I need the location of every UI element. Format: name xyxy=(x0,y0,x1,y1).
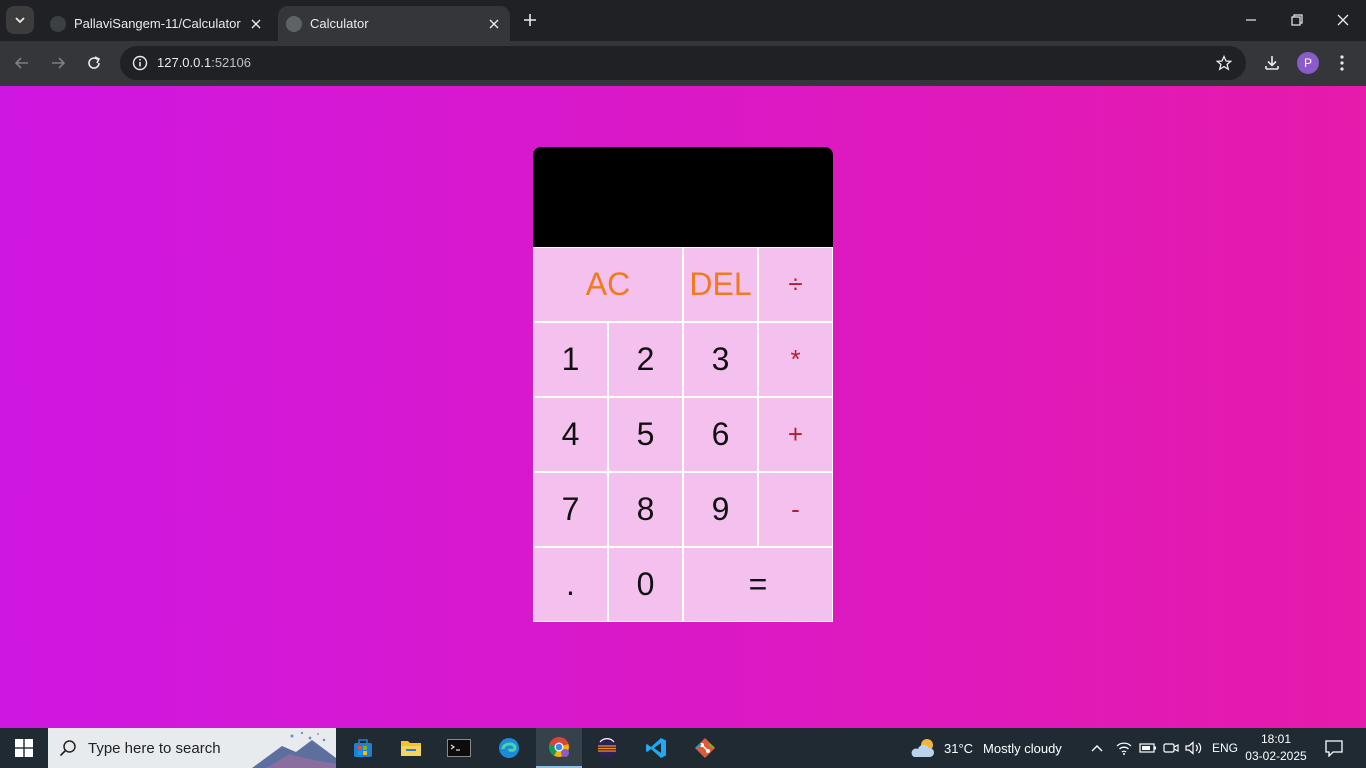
profile-avatar[interactable]: P xyxy=(1297,52,1319,74)
close-tab-button[interactable] xyxy=(246,14,266,34)
key-digit-0-button[interactable]: 0 xyxy=(608,547,683,622)
clock-time: 18:01 xyxy=(1260,732,1292,746)
chrome-icon[interactable] xyxy=(536,728,582,768)
close-window-button[interactable] xyxy=(1320,0,1366,40)
taskbar-search[interactable]: Type here to search xyxy=(48,728,336,768)
page-viewport: AC DEL ÷ 1 2 3 * 4 5 6 +7 8 9-. 0 = xyxy=(0,86,1366,728)
key-digit-5-button[interactable]: 5 xyxy=(608,397,683,472)
start-button[interactable] xyxy=(0,728,48,768)
key-divide-button[interactable]: ÷ xyxy=(758,247,833,322)
camera-icon[interactable] xyxy=(1163,728,1179,768)
calculator-keypad: AC DEL ÷ 1 2 3 * 4 5 6 +7 8 9-. 0 = xyxy=(533,247,833,622)
globe-icon xyxy=(286,15,302,32)
search-icon xyxy=(58,738,78,758)
git-icon[interactable] xyxy=(682,728,728,768)
url-port: :52106 xyxy=(211,55,251,70)
search-highlight-image xyxy=(252,728,336,768)
language-indicator[interactable]: ENG xyxy=(1212,728,1238,768)
calculator: AC DEL ÷ 1 2 3 * 4 5 6 +7 8 9-. 0 = xyxy=(533,147,833,622)
forward-button[interactable] xyxy=(44,49,72,77)
clock-date: 03-02-2025 xyxy=(1245,749,1307,763)
close-icon xyxy=(251,19,261,28)
more-vertical-icon xyxy=(1340,55,1344,71)
key-decimal-button[interactable]: . xyxy=(533,547,608,622)
weather-widget[interactable]: 31°C Mostly cloudy xyxy=(910,728,1062,768)
back-button[interactable] xyxy=(8,49,36,77)
browser-menu-button[interactable] xyxy=(1328,49,1356,77)
key-digit-8-button[interactable]: 8 xyxy=(608,472,683,547)
key-add-button[interactable]: + xyxy=(758,397,833,472)
microsoft-store-icon[interactable] xyxy=(340,728,386,768)
windows-icon xyxy=(15,739,33,757)
taskbar: Type here to search 31°C Mostly cloudy E… xyxy=(0,728,1366,768)
search-placeholder: Type here to search xyxy=(88,739,221,757)
arrow-left-icon xyxy=(14,57,28,69)
chevron-down-icon xyxy=(15,17,25,24)
close-icon xyxy=(489,19,499,28)
tab-title: PallaviSangem-11/Calculator xyxy=(74,16,241,31)
close-icon xyxy=(1337,14,1349,26)
restore-icon xyxy=(1291,14,1303,26)
key-delete-button[interactable]: DEL xyxy=(683,247,758,322)
terminal-icon[interactable] xyxy=(436,728,482,768)
tab-calculator[interactable]: Calculator xyxy=(278,6,510,41)
edge-icon[interactable] xyxy=(486,728,532,768)
notification-icon xyxy=(1325,739,1343,757)
bookmark-star-icon[interactable] xyxy=(1214,53,1234,73)
address-bar[interactable]: 127.0.0.1:52106 xyxy=(120,46,1246,80)
github-icon xyxy=(50,15,66,32)
key-multiply-button[interactable]: * xyxy=(758,322,833,397)
minimize-icon xyxy=(1246,19,1256,21)
reload-icon xyxy=(88,56,101,69)
key-all-clear-button[interactable]: AC xyxy=(533,247,683,322)
plus-icon xyxy=(524,14,536,26)
minimize-button[interactable] xyxy=(1228,0,1274,40)
key-digit-1-button[interactable]: 1 xyxy=(533,322,608,397)
tray-overflow-button[interactable] xyxy=(1090,728,1104,768)
key-equals-button[interactable]: = xyxy=(683,547,833,622)
weather-temp: 31°C xyxy=(944,740,974,756)
url-host: 127.0.0.1 xyxy=(157,55,212,70)
downloads-button[interactable] xyxy=(1258,49,1286,77)
network-icon[interactable] xyxy=(1116,728,1132,768)
chevron-up-icon xyxy=(1091,745,1103,752)
key-digit-7-button[interactable]: 7 xyxy=(533,472,608,547)
key-digit-2-button[interactable]: 2 xyxy=(608,322,683,397)
restore-button[interactable] xyxy=(1274,0,1320,40)
reload-button[interactable] xyxy=(80,49,108,77)
weather-condition: Mostly cloudy xyxy=(983,740,1062,756)
url-text: 127.0.0.1:52106 xyxy=(157,55,251,70)
tab-github[interactable]: PallaviSangem-11/Calculator xyxy=(40,6,272,41)
key-digit-6-button[interactable]: 6 xyxy=(683,397,758,472)
tab-title: Calculator xyxy=(310,16,369,31)
battery-icon[interactable] xyxy=(1139,728,1157,768)
site-info-icon[interactable] xyxy=(128,51,152,75)
notifications-button[interactable] xyxy=(1320,728,1348,768)
new-tab-button[interactable] xyxy=(518,8,542,32)
close-tab-button[interactable] xyxy=(484,14,504,34)
key-digit-3-button[interactable]: 3 xyxy=(683,322,758,397)
tab-search-button[interactable] xyxy=(6,6,34,34)
tab-strip: PallaviSangem-11/Calculator Calculator xyxy=(0,0,1366,41)
eclipse-icon[interactable] xyxy=(584,728,630,768)
volume-icon[interactable] xyxy=(1185,728,1203,768)
file-explorer-icon[interactable] xyxy=(388,728,434,768)
arrow-right-icon xyxy=(52,57,66,69)
vscode-icon[interactable] xyxy=(633,728,679,768)
key-digit-9-button[interactable]: 9 xyxy=(683,472,758,547)
key-subtract-button[interactable]: - xyxy=(758,472,833,547)
system-clock[interactable]: 18:01 03-02-2025 xyxy=(1244,731,1308,765)
calculator-display xyxy=(533,147,833,247)
key-digit-4-button[interactable]: 4 xyxy=(533,397,608,472)
download-icon xyxy=(1265,56,1279,70)
browser-toolbar: 127.0.0.1:52106 P xyxy=(0,41,1366,86)
cloudy-weather-icon xyxy=(911,739,935,757)
